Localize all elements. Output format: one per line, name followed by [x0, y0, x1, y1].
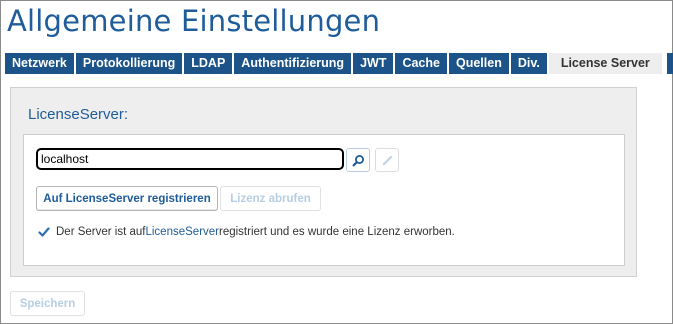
tab-bar: Netzwerk Protokollierung LDAP Authentifi… [5, 53, 673, 74]
status-text-before: Der Server ist auf [56, 226, 146, 238]
status-message: Der Server ist auf LicenseServer registr… [38, 226, 455, 238]
tab-license-server[interactable]: License Server [548, 53, 662, 74]
search-server-button[interactable] [346, 148, 370, 172]
search-icon [352, 154, 364, 166]
tab-cache[interactable]: Cache [395, 53, 449, 74]
checkmark-icon [38, 227, 50, 237]
tab-ldap[interactable]: LDAP [184, 53, 235, 74]
tab-bar-edge [667, 53, 673, 74]
license-server-panel: LicenseServer: Auf LicenseServer registr… [10, 87, 637, 277]
pencil-icon [382, 155, 392, 165]
tab-authentifizierung[interactable]: Authentifizierung [234, 53, 354, 74]
status-text-after: registriert und es wurde eine Lizenz erw… [219, 226, 455, 238]
section-title: LicenseServer: [28, 106, 129, 123]
tab-protokollierung[interactable]: Protokollierung [76, 53, 185, 74]
license-server-input[interactable] [36, 148, 344, 170]
register-button[interactable]: Auf LicenseServer registrieren [36, 186, 218, 211]
save-button[interactable]: Speichern [10, 291, 85, 316]
settings-window: Allgemeine Einstellungen Netzwerk Protok… [0, 0, 673, 324]
license-server-link[interactable]: LicenseServer [145, 226, 219, 238]
tab-netzwerk[interactable]: Netzwerk [5, 53, 76, 74]
tab-quellen[interactable]: Quellen [449, 53, 511, 74]
tab-jwt[interactable]: JWT [353, 53, 396, 74]
fetch-license-button[interactable]: Lizenz abrufen [220, 186, 321, 211]
edit-server-button[interactable] [375, 148, 399, 172]
page-title: Allgemeine Einstellungen [7, 4, 381, 38]
license-server-box: Auf LicenseServer registrieren Lizenz ab… [23, 134, 625, 266]
tab-div[interactable]: Div. [511, 53, 549, 74]
